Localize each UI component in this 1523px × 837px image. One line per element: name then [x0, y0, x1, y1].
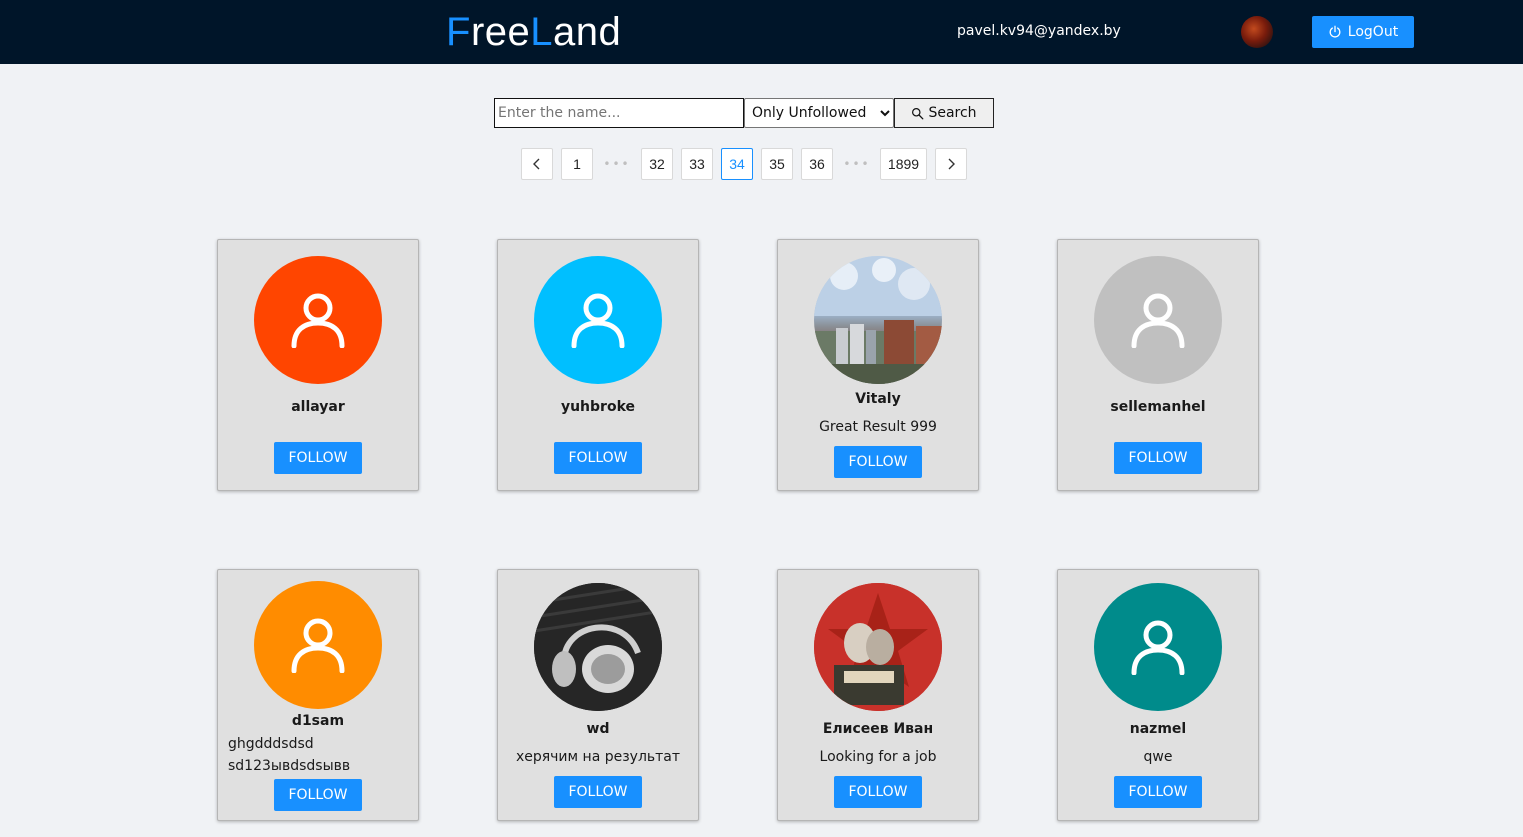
- follow-button[interactable]: FOLLOW: [834, 446, 922, 478]
- user-name[interactable]: Vitaly: [778, 391, 978, 407]
- follow-button[interactable]: FOLLOW: [554, 776, 642, 808]
- user-card: yuhbroke FOLLOW: [497, 239, 699, 491]
- city-photo-icon: [814, 256, 942, 384]
- headphones-photo-icon: [534, 583, 662, 711]
- follow-button[interactable]: FOLLOW: [554, 442, 642, 474]
- user-name[interactable]: nazmel: [1058, 721, 1258, 737]
- page-33[interactable]: 33: [681, 148, 713, 180]
- logo-text-1: ree: [470, 10, 531, 54]
- logo-letter-l: L: [530, 10, 553, 54]
- next-page-button[interactable]: [935, 148, 967, 180]
- logo-letter-f: F: [446, 10, 471, 54]
- user-avatar-photo[interactable]: [814, 256, 942, 384]
- user-status: qwe: [1143, 749, 1173, 765]
- user-card: nazmel qwe FOLLOW: [1057, 569, 1259, 821]
- chevron-left-icon: [533, 158, 540, 170]
- search-button[interactable]: Search: [894, 98, 994, 128]
- prev-page-button[interactable]: [521, 148, 553, 180]
- logout-button[interactable]: LogOut: [1312, 16, 1414, 48]
- poster-photo-icon: [814, 583, 942, 711]
- user-icon: [569, 290, 627, 348]
- user-icon: [1129, 290, 1187, 348]
- chevron-right-icon: [948, 158, 955, 170]
- follow-button[interactable]: FOLLOW: [1114, 776, 1202, 808]
- power-icon: [1329, 25, 1341, 38]
- follow-button[interactable]: FOLLOW: [274, 779, 362, 811]
- user-avatar[interactable]: [1094, 583, 1222, 711]
- follow-button[interactable]: FOLLOW: [834, 776, 922, 808]
- page-35[interactable]: 35: [761, 148, 793, 180]
- user-icon: [289, 290, 347, 348]
- header-avatar[interactable]: [1241, 16, 1273, 48]
- user-status: Great Result 999: [819, 419, 937, 435]
- follow-filter-select[interactable]: Only Unfollowed: [744, 98, 894, 128]
- page-1[interactable]: 1: [561, 148, 593, 180]
- user-card: sellemanhel FOLLOW: [1057, 239, 1259, 491]
- user-avatar[interactable]: [1094, 256, 1222, 384]
- name-search-input[interactable]: [494, 98, 744, 128]
- user-icon: [289, 615, 347, 673]
- follow-button[interactable]: FOLLOW: [1114, 442, 1202, 474]
- user-status: Looking for a job: [819, 749, 937, 765]
- page-1899[interactable]: 1899: [880, 148, 927, 180]
- user-card: Елисеев Иван Looking for a job FOLLOW: [777, 569, 979, 821]
- user-name[interactable]: Елисеев Иван: [778, 721, 978, 737]
- user-status: херячим на результат: [515, 749, 681, 765]
- user-name[interactable]: wd: [498, 721, 698, 737]
- user-avatar[interactable]: [254, 256, 382, 384]
- search-icon: [912, 107, 924, 119]
- user-status-line-1: ghgdddsdsd: [228, 736, 314, 752]
- user-avatar-photo[interactable]: [814, 583, 942, 711]
- page-34-current[interactable]: 34: [721, 148, 753, 180]
- page-ellipsis-left[interactable]: •••: [601, 148, 633, 180]
- user-avatar[interactable]: [534, 256, 662, 384]
- page-ellipsis-right[interactable]: •••: [841, 148, 873, 180]
- user-card: wd херячим на результат FOLLOW: [497, 569, 699, 821]
- user-name[interactable]: sellemanhel: [1058, 399, 1258, 415]
- user-email: pavel.kv94@yandex.by: [957, 23, 1121, 39]
- app-logo[interactable]: FreeLand: [446, 8, 621, 56]
- logout-label: LogOut: [1347, 24, 1399, 40]
- user-avatar[interactable]: [254, 581, 382, 709]
- user-avatar-photo[interactable]: [534, 583, 662, 711]
- user-card: allayar FOLLOW: [217, 239, 419, 491]
- user-icon: [1129, 617, 1187, 675]
- page-32[interactable]: 32: [641, 148, 673, 180]
- user-name[interactable]: yuhbroke: [498, 399, 698, 415]
- logo-text-2: and: [553, 10, 622, 54]
- user-card: Vitaly Great Result 999 FOLLOW: [777, 239, 979, 491]
- user-card: d1sam ghgdddsdsd sd123ывdsdsывв FOLLOW: [217, 569, 419, 821]
- page-36[interactable]: 36: [801, 148, 833, 180]
- follow-button[interactable]: FOLLOW: [274, 442, 362, 474]
- search-button-label: Search: [928, 105, 977, 121]
- user-name[interactable]: d1sam: [218, 713, 418, 729]
- user-name[interactable]: allayar: [218, 399, 418, 415]
- search-bar: Only Unfollowed Search: [494, 98, 994, 128]
- top-header: FreeLand pavel.kv94@yandex.by LogOut: [0, 0, 1523, 64]
- user-status-line-2: sd123ывdsdsывв: [228, 758, 351, 774]
